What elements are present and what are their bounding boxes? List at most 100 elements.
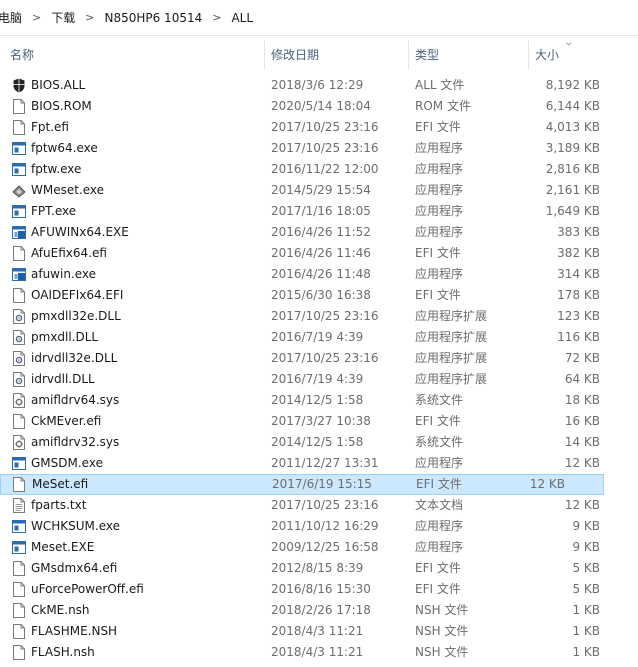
breadcrumb-current-folder[interactable]: ALL	[227, 11, 257, 25]
file-type: 应用程序扩展	[415, 330, 488, 344]
file-row[interactable]: afuwin.exe 2016/4/26 11:48 应用程序 314 KB	[0, 264, 638, 285]
file-row[interactable]: uForcePowerOff.efi 2016/8/16 15:30 EFI 文件 5…	[0, 579, 638, 600]
file-name: CkMEver.efi	[31, 414, 102, 428]
file-row[interactable]: BIOS.ALL 2018/3/6 12:29 ALL 文件 8,192 KB	[0, 75, 638, 96]
file-date: 2017/6/19 15:15	[272, 477, 372, 491]
file-date: 2020/5/14 18:04	[271, 99, 371, 113]
file-name: BIOS.ALL	[31, 78, 86, 92]
file-size: 2,161 KB	[545, 183, 600, 197]
address-bar[interactable]: 电脑 > 下载 > N850HP6 10514 > ALL	[0, 0, 638, 36]
file-row[interactable]: WCHKSUM.exe 2011/10/12 16:29 应用程序 9 KB	[0, 516, 638, 537]
file-row[interactable]: FPT.exe 2017/1/16 18:05 应用程序 1,649 KB	[0, 201, 638, 222]
file-row-selected[interactable]: MeSet.efi 2017/6/19 15:15 EFI 文件 12 KB	[0, 474, 604, 495]
text-file-icon	[12, 498, 26, 513]
file-name: Meset.EXE	[31, 540, 95, 554]
file-row[interactable]: idrvdll.DLL 2016/7/19 4:39 应用程序扩展 64 KB	[0, 369, 638, 390]
file-type: 应用程序扩展	[415, 372, 488, 386]
file-type: EFI 文件	[415, 120, 461, 134]
file-row[interactable]: pmxdll32e.DLL 2017/10/25 23:16 应用程序扩展 123 K…	[0, 306, 638, 327]
file-size: 12 KB	[564, 456, 600, 470]
blank-file-icon	[12, 561, 26, 576]
file-row[interactable]: AFUWINx64.EXE 2016/4/26 11:52 应用程序 383 KB	[0, 222, 638, 243]
file-name: idrvdll.DLL	[31, 372, 95, 386]
file-row[interactable]: FLASH.nsh 2018/4/3 11:21 NSH 文件 1 KB	[0, 642, 638, 663]
app-window-icon	[12, 204, 26, 219]
blank-file-icon	[12, 246, 26, 261]
file-type: EFI 文件	[415, 246, 461, 260]
afu-app-icon	[12, 225, 26, 240]
file-type: 应用程序	[415, 204, 464, 218]
file-size: 2,816 KB	[545, 162, 600, 176]
file-size: 6,144 KB	[545, 99, 600, 113]
file-row[interactable]: fparts.txt 2017/10/25 23:16 文本文档 12 KB	[0, 495, 638, 516]
file-row[interactable]: pmxdll.DLL 2016/7/19 4:39 应用程序扩展 116 KB	[0, 327, 638, 348]
file-name: pmxdll.DLL	[31, 330, 99, 344]
file-row[interactable]: GMSDM.exe 2011/12/27 13:31 应用程序 12 KB	[0, 453, 638, 474]
file-row[interactable]: fptw64.exe 2017/10/25 23:16 应用程序 3,189 KB	[0, 138, 638, 159]
file-date: 2012/8/15 8:39	[271, 561, 364, 575]
file-date: 2016/4/26 11:52	[271, 225, 371, 239]
file-row[interactable]: fptw.exe 2016/11/22 12:00 应用程序 2,816 KB	[0, 159, 638, 180]
file-row[interactable]: idrvdll32e.DLL 2017/10/25 23:16 应用程序扩展 72 K…	[0, 348, 638, 369]
breadcrumb-this-pc[interactable]: 电脑	[0, 9, 26, 26]
file-size: 72 KB	[564, 351, 600, 365]
file-row[interactable]: AfuEfix64.efi 2016/4/26 11:46 EFI 文件 382 KB	[0, 243, 638, 264]
blank-file-icon	[12, 603, 26, 618]
breadcrumb-downloads[interactable]: 下载	[47, 9, 79, 26]
file-row[interactable]: WMeset.exe 2014/5/29 15:54 应用程序 2,161 KB	[0, 180, 638, 201]
file-row[interactable]: CkME.nsh 2018/2/26 17:18 NSH 文件 1 KB	[0, 600, 638, 621]
sort-descending-icon: ⌄	[563, 38, 575, 48]
breadcrumb-separator-icon[interactable]: >	[26, 11, 47, 24]
file-size: 12 KB	[529, 477, 565, 491]
file-name: WCHKSUM.exe	[31, 519, 120, 533]
file-type: ROM 文件	[415, 99, 471, 113]
column-header-type[interactable]: 类型	[408, 40, 528, 70]
file-row[interactable]: GMsdmx64.efi 2012/8/15 8:39 EFI 文件 5 KB	[0, 558, 638, 579]
breadcrumb-folder[interactable]: N850HP6 10514	[100, 11, 206, 25]
file-date: 2011/10/12 16:29	[271, 519, 379, 533]
file-size: 3,189 KB	[545, 141, 600, 155]
file-size: 1 KB	[572, 603, 600, 617]
file-name: FLASH.nsh	[31, 645, 95, 659]
file-size: 9 KB	[572, 519, 600, 533]
file-type: EFI 文件	[415, 414, 461, 428]
file-type: EFI 文件	[415, 288, 461, 302]
file-size: 123 KB	[557, 309, 600, 323]
file-name: afuwin.exe	[31, 267, 97, 281]
app-window-icon	[12, 141, 26, 156]
dll-gear-icon	[12, 309, 26, 324]
file-row[interactable]: Fpt.efi 2017/10/25 23:16 EFI 文件 4,013 KB	[0, 117, 638, 138]
file-name: AfuEfix64.efi	[31, 246, 107, 260]
breadcrumb-separator-icon[interactable]: >	[206, 11, 227, 24]
file-row[interactable]: FLASHME.NSH 2018/4/3 11:21 NSH 文件 1 KB	[0, 621, 638, 642]
file-date: 2016/4/26 11:46	[271, 246, 371, 260]
file-name: fptw64.exe	[31, 141, 98, 155]
file-name: fparts.txt	[31, 498, 87, 512]
file-type: 应用程序扩展	[415, 351, 488, 365]
file-size: 1 KB	[572, 645, 600, 659]
file-row[interactable]: amifldrv32.sys 2014/12/5 1:58 系统文件 14 KB	[0, 432, 638, 453]
file-date: 2017/1/16 18:05	[271, 204, 371, 218]
file-date: 2011/12/27 13:31	[271, 456, 379, 470]
file-type: 应用程序	[415, 456, 464, 470]
file-size: 314 KB	[557, 267, 600, 281]
file-row[interactable]: OAIDEFIx64.EFI 2015/6/30 16:38 EFI 文件 178 K…	[0, 285, 638, 306]
file-row[interactable]: amifldrv64.sys 2014/12/5 1:58 系统文件 18 KB	[0, 390, 638, 411]
file-row[interactable]: Meset.EXE 2009/12/25 16:58 应用程序 9 KB	[0, 537, 638, 558]
column-header-date[interactable]: 修改日期	[264, 40, 408, 70]
file-date: 2016/4/26 11:48	[271, 267, 371, 281]
file-name: OAIDEFIx64.EFI	[31, 288, 124, 302]
file-name: CkME.nsh	[31, 603, 90, 617]
file-type: NSH 文件	[415, 603, 469, 617]
file-type: 应用程序	[415, 267, 464, 281]
file-date: 2017/10/25 23:16	[271, 351, 379, 365]
file-name: amifldrv32.sys	[31, 435, 120, 449]
file-date: 2017/10/25 23:16	[271, 120, 379, 134]
column-headers: 名称 修改日期 类型 大小 ⌄	[0, 38, 638, 70]
breadcrumb-separator-icon[interactable]: >	[79, 11, 100, 24]
sys-gear-icon	[12, 393, 26, 408]
blank-file-icon	[12, 477, 26, 492]
file-row[interactable]: BIOS.ROM 2020/5/14 18:04 ROM 文件 6,144 KB	[0, 96, 638, 117]
file-row[interactable]: CkMEver.efi 2017/3/27 10:38 EFI 文件 16 KB	[0, 411, 638, 432]
column-header-name[interactable]: 名称	[4, 40, 264, 70]
